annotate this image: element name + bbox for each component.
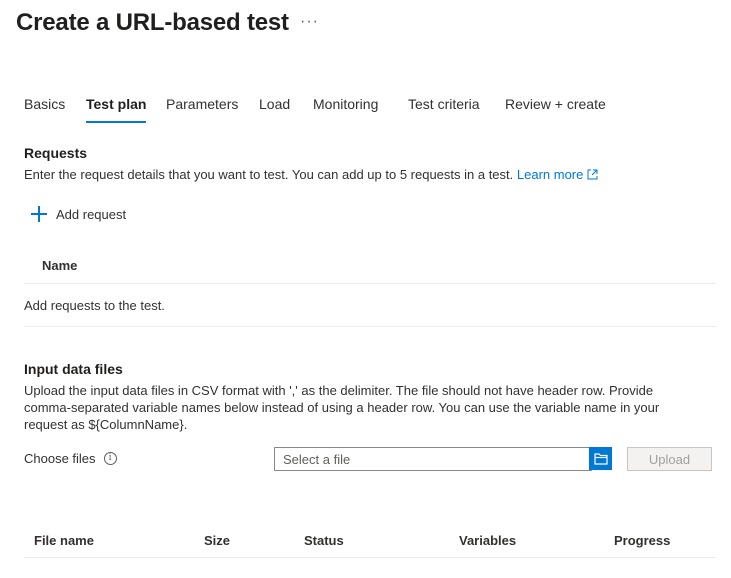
input-files-desc-line1: Upload the input data files in CSV forma… <box>24 383 654 398</box>
divider <box>24 326 716 327</box>
external-link-icon <box>587 169 598 180</box>
tab-parameters[interactable]: Parameters <box>166 96 238 112</box>
column-header-variables[interactable]: Variables <box>459 533 516 548</box>
choose-files-text: Choose files <box>24 451 96 466</box>
file-select-input[interactable]: Select a file <box>274 447 592 471</box>
browse-folder-button[interactable] <box>589 447 612 470</box>
input-files-desc-line3: request as ${ColumnName}. <box>24 417 188 432</box>
input-files-title: Input data files <box>24 361 123 377</box>
column-header-progress[interactable]: Progress <box>614 533 670 548</box>
add-request-button[interactable]: Add request <box>31 206 126 222</box>
tab-review-create[interactable]: Review + create <box>505 96 606 112</box>
plus-icon <box>31 206 47 222</box>
requests-description: Enter the request details that you want … <box>24 166 598 183</box>
learn-more-link[interactable]: Learn more <box>517 167 598 182</box>
divider <box>24 557 716 558</box>
column-header-status[interactable]: Status <box>304 533 344 548</box>
requests-empty-text: Add requests to the test. <box>24 298 165 313</box>
choose-files-label: Choose files i <box>24 451 117 466</box>
more-options-icon[interactable]: ··· <box>300 13 319 31</box>
learn-more-label: Learn more <box>516 167 584 182</box>
tab-basics[interactable]: Basics <box>24 96 65 112</box>
page-title: Create a URL-based test <box>16 9 289 36</box>
upload-button: Upload <box>627 447 712 471</box>
folder-icon <box>593 452 608 465</box>
input-files-desc-line2: comma-separated variable names below ins… <box>24 400 660 415</box>
requests-title: Requests <box>24 145 88 161</box>
column-header-name[interactable]: Name <box>42 258 77 273</box>
tab-load[interactable]: Load <box>259 96 290 112</box>
input-files-description: Upload the input data files in CSV forma… <box>24 382 659 433</box>
tab-test-plan[interactable]: Test plan <box>86 96 147 123</box>
info-icon[interactable]: i <box>103 452 117 465</box>
column-header-file-name[interactable]: File name <box>34 533 94 548</box>
tab-test-criteria[interactable]: Test criteria <box>408 96 480 112</box>
divider <box>24 283 716 284</box>
add-request-label: Add request <box>56 206 127 222</box>
tab-monitoring[interactable]: Monitoring <box>313 96 378 112</box>
requests-description-text: Enter the request details that you want … <box>24 167 514 182</box>
column-header-size[interactable]: Size <box>204 533 230 548</box>
